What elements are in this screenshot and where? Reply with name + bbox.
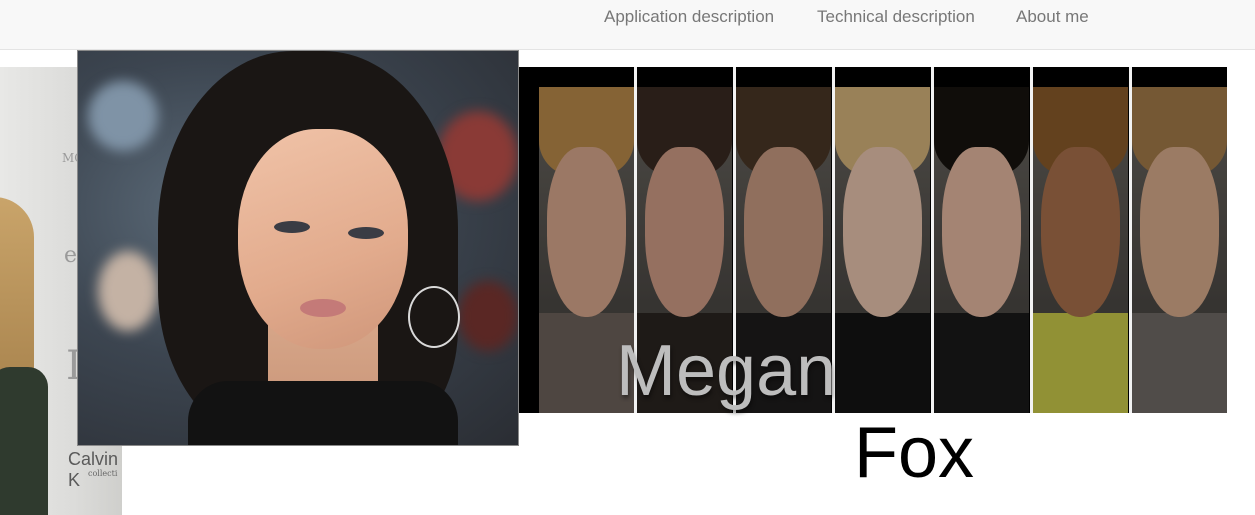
gallery-face-tile[interactable] <box>934 87 1029 413</box>
backdrop-text: e <box>64 243 78 268</box>
tile-divider <box>931 67 934 413</box>
tile-divider <box>1030 67 1033 413</box>
tile-divider <box>1129 67 1132 413</box>
celebrity-first-name: Megan <box>616 331 837 411</box>
gallery-face-tile[interactable] <box>1132 87 1227 413</box>
gallery-face-tile[interactable] <box>835 87 930 413</box>
backdrop-text: collecti <box>88 469 118 478</box>
nav-link-technical-description[interactable]: Technical description <box>817 7 975 27</box>
nav-link-application-description[interactable]: Application description <box>604 7 774 27</box>
gallery-face-tile[interactable] <box>1033 87 1128 413</box>
celebrity-last-name: Fox <box>854 413 975 493</box>
featured-portrait-image <box>77 50 519 446</box>
nav-link-about-me[interactable]: About me <box>1016 7 1089 27</box>
top-navbar: Application description Technical descri… <box>0 0 1255 50</box>
